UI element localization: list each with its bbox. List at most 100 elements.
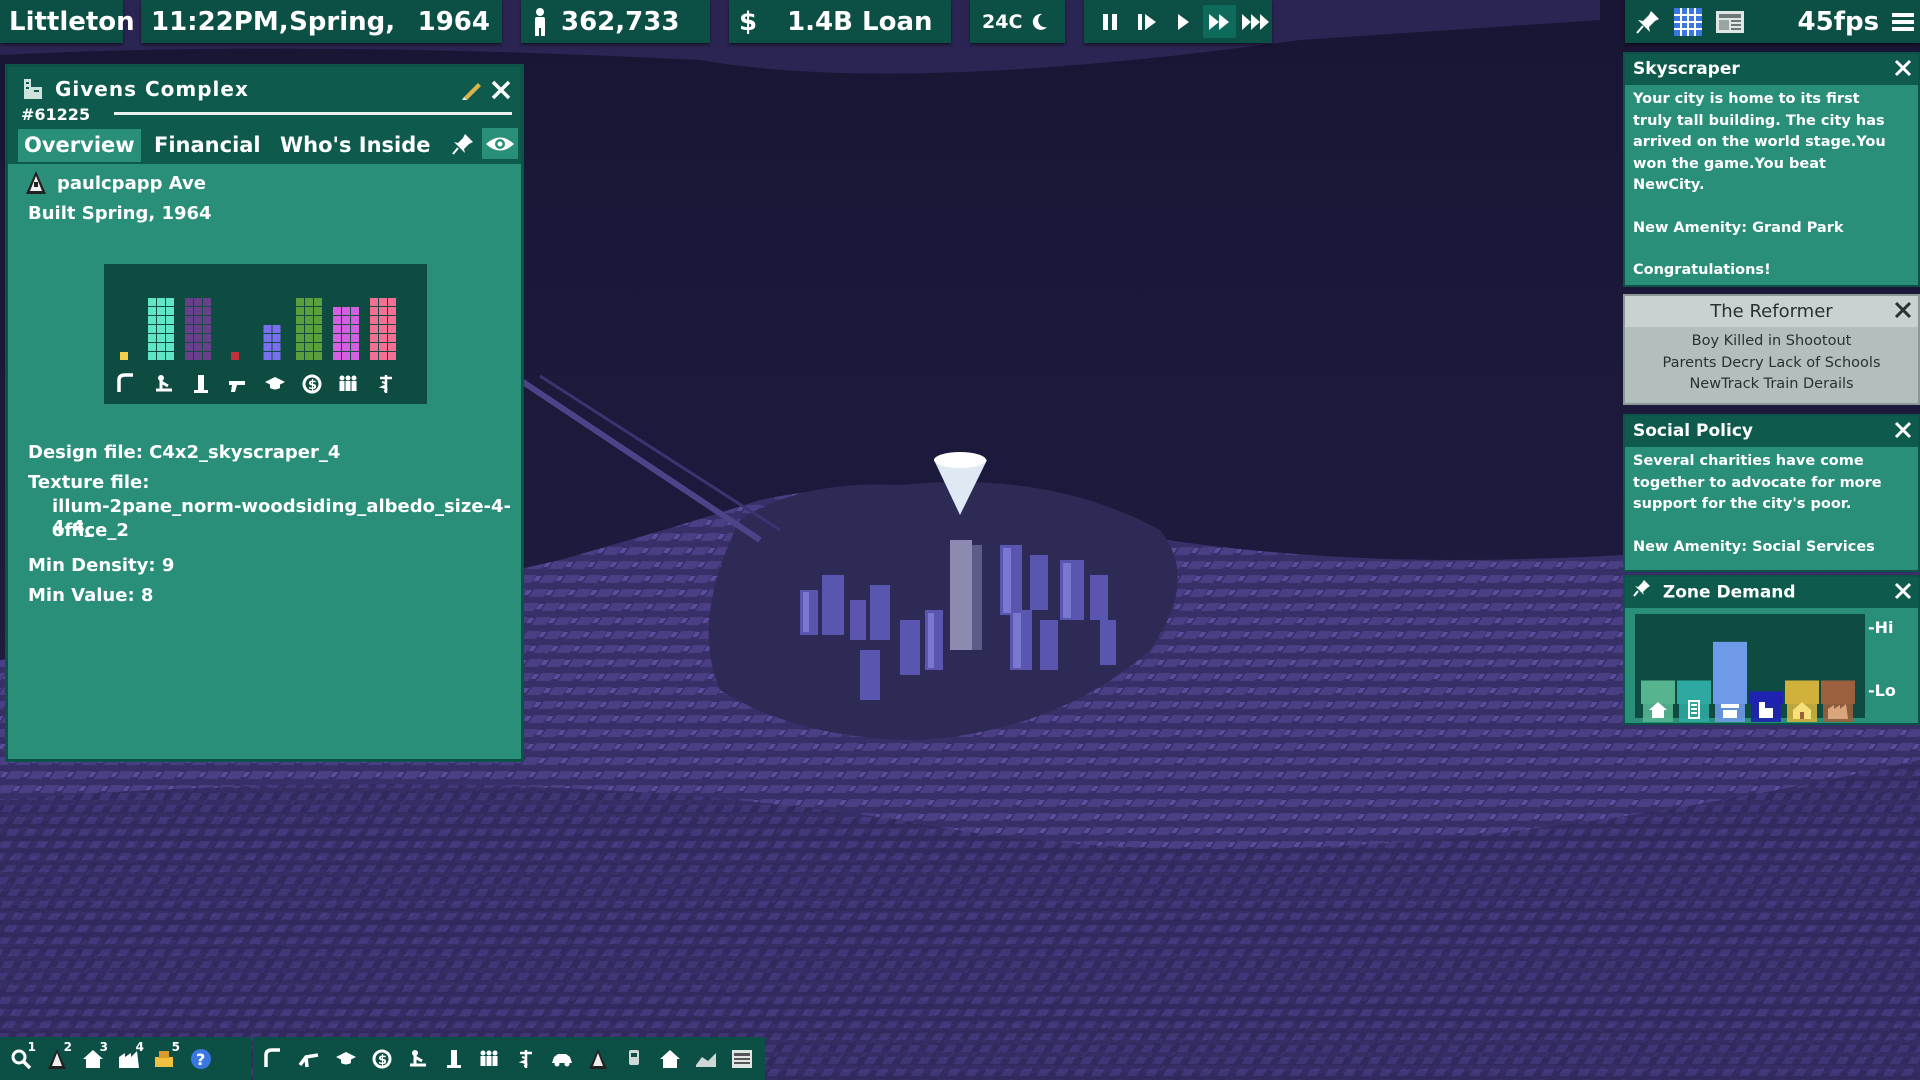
notification-line: arrived on the world stage.You [1633, 134, 1886, 150]
notification-spacer [1633, 516, 1910, 537]
panel-tabs: Overview Financial Who's Inside [8, 125, 521, 164]
city-name[interactable]: Littleton [0, 0, 135, 43]
help-icon: ? [191, 1048, 211, 1069]
temperature-value: 24C [982, 10, 1023, 33]
svg-text:?: ? [196, 1050, 205, 1069]
hotkey-number: 3 [99, 1040, 108, 1054]
zone-bar-store[interactable] [1713, 641, 1747, 704]
notification-line: truly tall building. The city has [1633, 112, 1885, 129]
heatmap-overlay-button[interactable] [689, 1040, 723, 1077]
time-label: 11:22PM, [151, 6, 289, 37]
store-icon [1715, 696, 1745, 722]
close-icon[interactable] [1892, 419, 1914, 441]
search-tool-button[interactable]: 1 [4, 1040, 38, 1077]
building-icon [22, 77, 44, 105]
freeway-overlay-button[interactable] [293, 1040, 327, 1077]
lo-label: -Lo [1868, 681, 1896, 700]
pin-icon[interactable] [1635, 9, 1661, 35]
loan-value: 1.4B Loan [787, 6, 933, 37]
notification-header: Skyscraper [1625, 54, 1918, 85]
tab-whos-inside[interactable]: Who's Inside [274, 129, 437, 162]
notification-spacer [1633, 239, 1910, 260]
prosperity-overlay-button[interactable]: $ [365, 1040, 399, 1077]
person-icon [531, 7, 549, 36]
step-icon[interactable] [1130, 5, 1162, 38]
hotkey-number: 2 [63, 1040, 72, 1054]
play-icon[interactable] [1167, 5, 1199, 38]
budget-display[interactable]: $ 1.4B Loan [729, 0, 951, 43]
education-overlay-button[interactable] [329, 1040, 363, 1077]
pin-icon[interactable] [451, 132, 475, 160]
skyscraper-overlay-button[interactable] [437, 1040, 471, 1077]
season-label: Spring, [289, 6, 396, 37]
stat-bar-road [120, 352, 128, 360]
population-display[interactable]: 362,733 [521, 0, 710, 43]
svg-text:$: $ [378, 1053, 387, 1068]
zone-demand-header: Zone Demand [1625, 577, 1918, 608]
building-stats-chart: $ [104, 264, 427, 404]
notification-line: NewCity. [1633, 177, 1705, 193]
heatmap-icon [696, 1052, 716, 1067]
newspaper-body: Boy Killed in Shootout Parents Decry Lac… [1625, 327, 1918, 396]
notification-line: together to advocate for more [1633, 474, 1882, 491]
fast-forward-icon[interactable] [1203, 5, 1236, 38]
cone-overlay-button[interactable] [581, 1040, 615, 1077]
house-zone-tool-button[interactable]: 3 [76, 1040, 110, 1077]
street-name[interactable]: paulcpapp Ave [57, 173, 206, 194]
tab-financial[interactable]: Financial [148, 129, 267, 162]
health-overlay-button[interactable] [509, 1040, 543, 1077]
prosperity-icon: $ [302, 374, 322, 394]
newspaper-icon[interactable] [1715, 9, 1745, 35]
close-icon[interactable] [1892, 299, 1914, 321]
transit-icon [629, 1049, 639, 1065]
close-icon[interactable] [489, 78, 513, 106]
health-icon [518, 1049, 532, 1068]
notification-line: Several charities have come [1633, 453, 1864, 469]
car-overlay-button[interactable] [545, 1040, 579, 1077]
building-name: Givens Complex [55, 77, 249, 101]
fastest-icon[interactable] [1240, 5, 1272, 38]
edit-pencil-icon[interactable] [461, 78, 483, 104]
grid-icon[interactable] [1673, 7, 1702, 36]
car-icon [552, 1053, 572, 1066]
reformer-newspaper[interactable]: The Reformer Boy Killed in Shootout Pare… [1623, 294, 1920, 405]
close-icon[interactable] [1892, 57, 1914, 79]
notification-title: Skyscraper [1633, 59, 1740, 79]
building-info-panel: Givens Complex #61225 Overview Financial… [5, 64, 524, 762]
population-value: 362,733 [561, 6, 680, 37]
bottom-toolbar-tools: 1 2 3 4 5? [0, 1037, 251, 1080]
city-name-label: Littleton [9, 6, 135, 37]
road-cone-icon [24, 170, 48, 200]
notification-title: Social Policy [1633, 421, 1753, 441]
home-overlay-button[interactable] [653, 1040, 687, 1077]
community-icon [339, 375, 357, 391]
tab-overview[interactable]: Overview [18, 129, 141, 162]
eye-icon[interactable] [482, 128, 518, 159]
help-tool-button[interactable]: ? [184, 1040, 218, 1077]
road-cone-tool-button[interactable]: 2 [40, 1040, 74, 1077]
cone-icon [589, 1048, 607, 1069]
newspaper-overlay-button[interactable] [725, 1040, 759, 1077]
close-icon[interactable] [1892, 580, 1914, 602]
pause-icon[interactable] [1094, 5, 1126, 38]
menu-icon[interactable] [1891, 11, 1914, 33]
bulldoze-tool-button[interactable]: 5 [148, 1040, 182, 1077]
factory-zone-tool-button[interactable]: 4 [112, 1040, 146, 1077]
home-icon [660, 1049, 680, 1068]
skyscraper-icon [447, 1049, 461, 1068]
year-label: 1964 [417, 6, 490, 37]
transit-overlay-button[interactable] [617, 1040, 651, 1077]
park-overlay-button[interactable] [401, 1040, 435, 1077]
freeway-icon [298, 1052, 319, 1067]
fps-counter: 45fps [1797, 6, 1880, 37]
headline: NewTrack Train Derails [1689, 376, 1854, 392]
pin-icon[interactable] [1633, 577, 1651, 608]
community-overlay-button[interactable] [473, 1040, 507, 1077]
moon-icon [1032, 13, 1048, 31]
park-icon [410, 1049, 426, 1066]
prosperity-icon: $ [372, 1049, 392, 1068]
built-date: Built Spring, 1964 [28, 203, 212, 224]
texture-file-label: Texture file: [28, 472, 150, 493]
dollar-icon: $ [739, 6, 758, 37]
road-overlay-button[interactable] [257, 1040, 291, 1077]
